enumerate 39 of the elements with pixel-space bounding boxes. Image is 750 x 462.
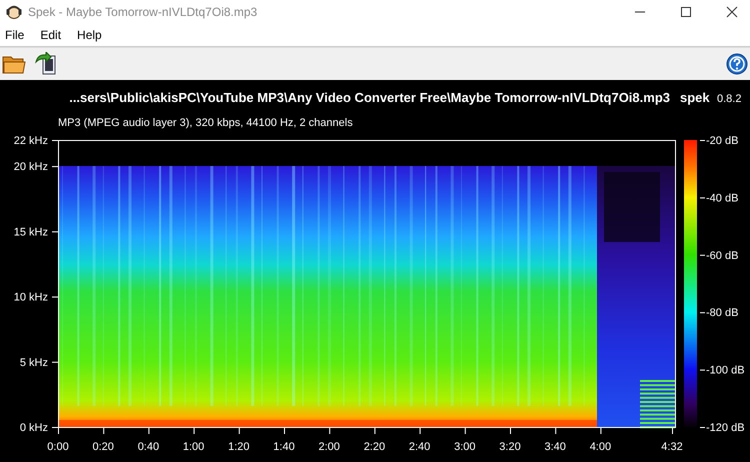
help-icon[interactable]: [726, 53, 748, 75]
file-path: ...sers\Public\akisPC\YouTube MP3\Any Video Converter Free\Maybe Tomorrow-nIVLDtq7Oi8.mp3: [69, 90, 670, 105]
level-label: -20 dB: [706, 135, 738, 147]
frequency-label: 15 kHz: [14, 226, 48, 238]
time-label: 3:20: [499, 441, 521, 453]
app-name: spek: [680, 90, 710, 105]
level-label: -120 dB: [706, 422, 745, 434]
menu-item[interactable]: Help: [77, 28, 102, 42]
level-label: -40 dB: [706, 192, 738, 204]
frequency-label: 22 kHz: [14, 135, 48, 147]
time-label: 4:32: [661, 441, 683, 453]
time-label: 4:00: [590, 441, 612, 453]
menu-item[interactable]: Edit: [40, 28, 62, 42]
frequency-label: 10 kHz: [14, 292, 48, 304]
menu-item[interactable]: File: [5, 28, 24, 42]
time-label: 0:40: [138, 441, 160, 453]
time-label: 2:20: [364, 441, 386, 453]
time-label: 3:00: [454, 441, 476, 453]
maximize-icon[interactable]: [680, 6, 692, 18]
app-icon: [6, 5, 22, 19]
frequency-label: 20 kHz: [14, 161, 48, 174]
level-label: -80 dB: [706, 307, 738, 320]
close-icon[interactable]: [726, 6, 738, 18]
time-label: 1:20: [228, 441, 250, 453]
time-label: 1:00: [182, 441, 204, 453]
time-label: 1:40: [273, 441, 295, 453]
time-label: 0:20: [92, 441, 114, 453]
frequency-label: 5 kHz: [20, 356, 48, 369]
time-label: 0:00: [47, 441, 69, 453]
audio-info: MP3 (MPEG audio layer 3), 320 kbps, 44100 Hz, 2 channels: [58, 117, 353, 129]
app-version: 0.8.2: [717, 93, 742, 105]
frequency-label: 0 kHz: [20, 422, 48, 434]
level-label: -100 dB: [706, 364, 745, 377]
time-label: 2:00: [318, 441, 340, 453]
time-label: 3:40: [544, 441, 566, 453]
level-label: -60 dB: [706, 250, 738, 262]
export-icon[interactable]: [34, 52, 58, 76]
window-title: Spek - Maybe Tomorrow-nIVLDtq7Oi8.mp3: [28, 5, 258, 19]
time-label: 2:40: [408, 441, 430, 453]
